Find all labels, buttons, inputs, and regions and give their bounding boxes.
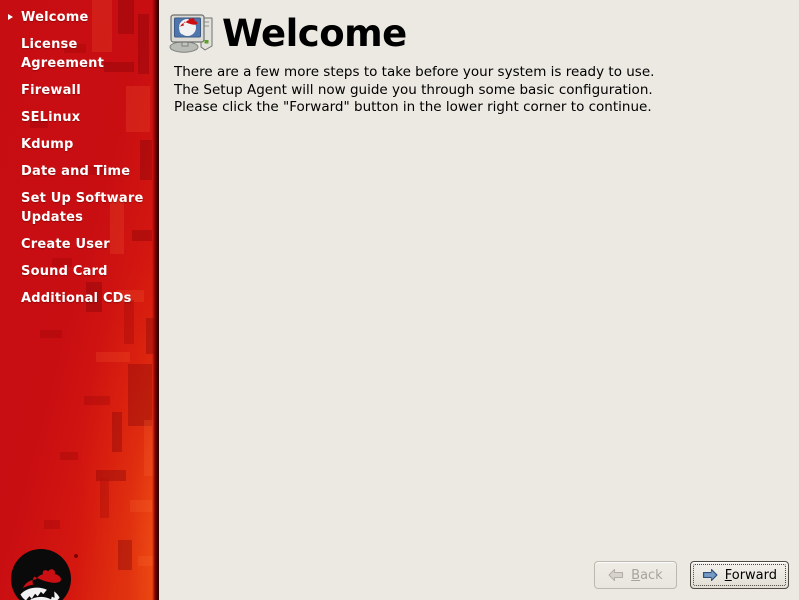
sidebar: Welcome License Agreement Firewall SELin… [0,0,159,600]
sidebar-item-label: Sound Card [21,264,108,279]
setup-agent-window: Welcome License Agreement Firewall SELin… [0,0,799,600]
red-hat-shadowman-logo [11,549,71,600]
footer-buttons: Back Forward [594,561,789,589]
sidebar-item-sound-card[interactable]: Sound Card [0,262,159,281]
arrow-left-icon [608,568,624,582]
sidebar-nav: Welcome License Agreement Firewall SELin… [0,8,159,316]
back-mnemonic: B [631,567,641,583]
sidebar-item-welcome[interactable]: Welcome [0,8,159,27]
main-content: Welcome There are a few more steps to ta… [159,0,799,600]
forward-rest: orward [731,567,777,583]
back-button[interactable]: Back [594,561,677,589]
back-button-label: Back [631,568,663,583]
back-rest: ack [640,567,663,583]
sidebar-item-create-user[interactable]: Create User [0,235,159,254]
sidebar-item-label: License Agreement [21,37,105,71]
sidebar-item-label: Date and Time [21,164,131,179]
sidebar-item-label: Create User [21,237,110,252]
sidebar-item-license-agreement[interactable]: License Agreement [0,35,159,73]
sidebar-item-label: Set Up Software Updates [21,191,144,225]
sidebar-item-additional-cds[interactable]: Additional CDs [0,289,159,308]
sidebar-item-kdump[interactable]: Kdump [0,135,159,154]
forward-mnemonic: F [724,567,732,583]
registered-trademark-mark [74,554,78,558]
sidebar-item-label: Additional CDs [21,291,132,306]
active-marker-icon [8,14,13,20]
sidebar-item-selinux[interactable]: SELinux [0,108,159,127]
forward-button-label: Forward [725,568,777,583]
sidebar-item-firewall[interactable]: Firewall [0,81,159,100]
sidebar-item-label: Kdump [21,137,74,152]
sidebar-item-set-up-software-updates[interactable]: Set Up Software Updates [0,189,159,227]
page-header: Welcome [168,9,407,59]
sidebar-item-date-and-time[interactable]: Date and Time [0,162,159,181]
computer-monitor-icon [169,14,213,53]
sidebar-item-label: SELinux [21,110,81,125]
sidebar-item-label: Firewall [21,83,81,98]
arrow-right-icon [702,568,718,582]
forward-button[interactable]: Forward [689,561,789,589]
welcome-description: There are a few more steps to take befor… [174,64,655,115]
sidebar-item-label: Welcome [21,10,89,25]
page-title: Welcome [222,12,407,55]
